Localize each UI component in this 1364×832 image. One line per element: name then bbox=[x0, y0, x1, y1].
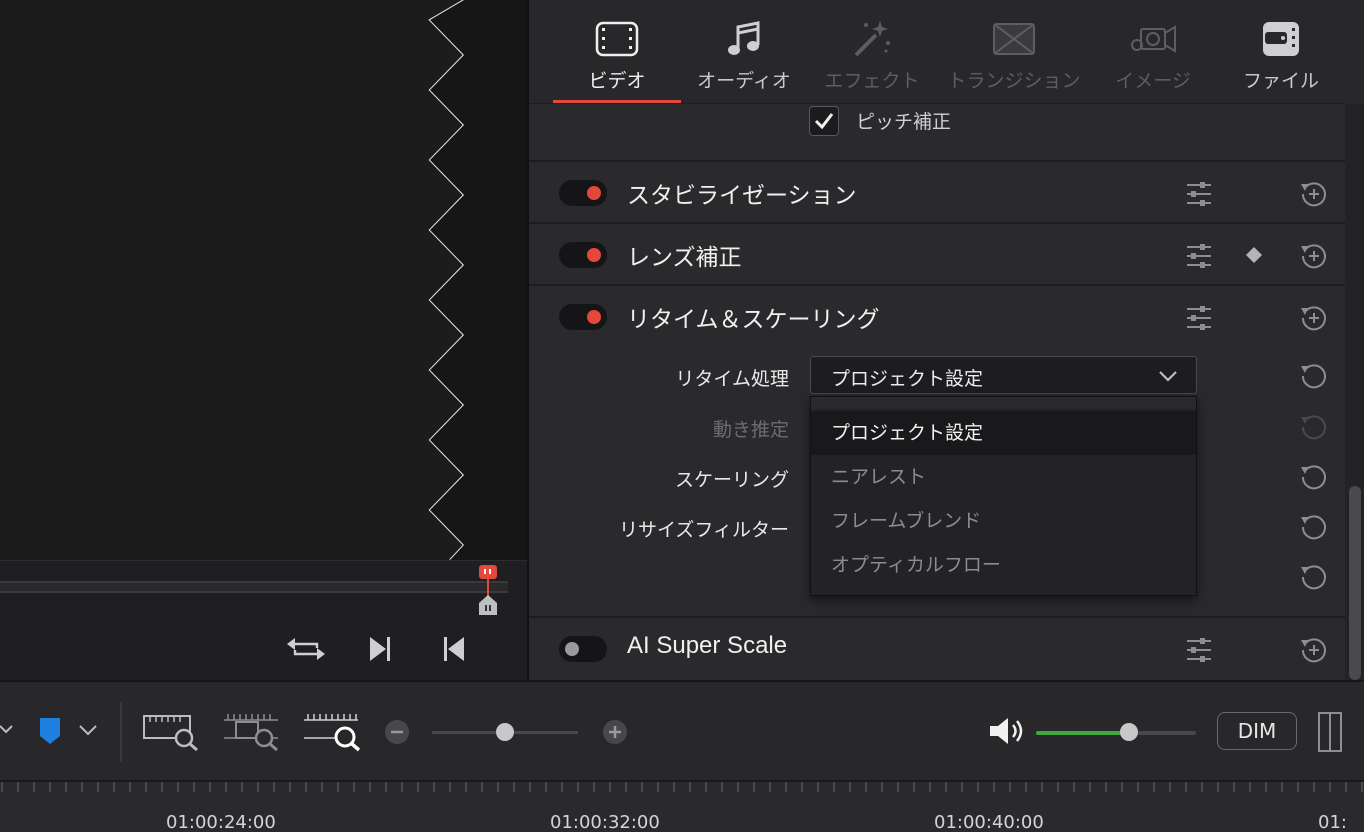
tab-label: イメージ bbox=[1115, 70, 1191, 92]
timecode-label: 01:00:32:00 bbox=[550, 812, 660, 832]
custom-zoom-icon[interactable] bbox=[302, 712, 362, 752]
inspector-tabs: ビデオ オーディオ エフェクト トランジション イメージ ファイル bbox=[529, 0, 1364, 105]
timeline-ruler[interactable]: 01:00:24:00 01:00:32:00 01:00:40:00 01: bbox=[0, 780, 1364, 832]
full-extent-zoom-icon[interactable] bbox=[142, 712, 200, 752]
viewer-canvas bbox=[0, 0, 528, 560]
meter-divider bbox=[1329, 714, 1331, 750]
timecode-label: 01:00:24:00 bbox=[166, 812, 276, 832]
reset-arrow-icon[interactable] bbox=[1299, 360, 1329, 390]
scrollbar-thumb[interactable] bbox=[1349, 486, 1361, 680]
reset-icon[interactable] bbox=[1299, 240, 1329, 270]
reset-arrow-icon[interactable] bbox=[1299, 461, 1329, 491]
sliders-icon[interactable] bbox=[1185, 304, 1213, 332]
tab-audio[interactable]: オーディオ bbox=[694, 0, 794, 104]
dropdown-top bbox=[811, 397, 1196, 409]
playhead-icon[interactable] bbox=[476, 563, 500, 617]
lens-correction-toggle[interactable] bbox=[559, 242, 607, 268]
motion-estimation-label: 動き推定 bbox=[712, 419, 789, 441]
audio-meter-toggle[interactable] bbox=[1318, 712, 1342, 752]
zoom-in-icon[interactable] bbox=[602, 719, 628, 745]
loop-button[interactable] bbox=[286, 633, 326, 665]
property-labels: リタイム処理 動き推定 スケーリング リサイズフィルター bbox=[529, 286, 789, 618]
dim-button[interactable]: DIM bbox=[1217, 712, 1297, 750]
retime-process-dropdown: プロジェクト設定 ニアレスト フレームブレンド オプティカルフロー bbox=[810, 396, 1197, 596]
retime-process-label: リタイム処理 bbox=[675, 368, 789, 390]
inspector-panel: ビデオ オーディオ エフェクト トランジション イメージ ファイル ピッチ補正 … bbox=[529, 0, 1364, 680]
zoom-out-icon[interactable] bbox=[384, 719, 410, 745]
section-title: スタビライゼーション bbox=[627, 183, 857, 209]
ai-super-scale-toggle[interactable] bbox=[559, 636, 607, 662]
tab-label: エフェクト bbox=[824, 70, 920, 92]
previous-clip-button[interactable] bbox=[434, 633, 474, 665]
chevron-down-icon[interactable] bbox=[78, 722, 98, 738]
reset-arrow-icon bbox=[1301, 415, 1326, 440]
check-icon bbox=[814, 113, 834, 130]
volume-level-fill bbox=[1036, 731, 1129, 735]
magic-wand-icon bbox=[854, 21, 890, 57]
timecode-label: 01:00:40:00 bbox=[934, 812, 1044, 832]
section-header[interactable]: スタビライゼーション bbox=[529, 162, 1345, 222]
pitch-correction-label: ピッチ補正 bbox=[856, 111, 952, 133]
next-clip-button[interactable] bbox=[360, 633, 400, 665]
dropdown-option[interactable]: ニアレスト bbox=[811, 455, 1196, 499]
tab-transition[interactable]: トランジション bbox=[948, 0, 1081, 104]
tab-image[interactable]: イメージ bbox=[1103, 0, 1203, 104]
scrubber-area bbox=[0, 560, 528, 680]
tab-label: ビデオ bbox=[588, 70, 646, 92]
chevron-down-icon[interactable] bbox=[0, 722, 14, 736]
tab-effects[interactable]: エフェクト bbox=[822, 0, 922, 104]
tab-label: オーディオ bbox=[697, 70, 791, 92]
dropdown-option[interactable]: オプティカルフロー bbox=[811, 543, 1196, 587]
camera-icon bbox=[1131, 25, 1176, 53]
timecode-label: 01: bbox=[1318, 812, 1347, 832]
toolbar-divider bbox=[120, 702, 122, 762]
keyframe-diamond-icon[interactable] bbox=[1245, 246, 1263, 264]
viewer-panel bbox=[0, 0, 528, 680]
section-retime-partial: ピッチ補正 bbox=[529, 104, 1345, 162]
loop-icon bbox=[287, 638, 325, 660]
retime-process-select[interactable]: プロジェクト設定 bbox=[810, 356, 1197, 394]
volume-slider-knob[interactable] bbox=[1119, 723, 1138, 741]
reset-icon[interactable] bbox=[1299, 634, 1329, 664]
tab-file[interactable]: ファイル bbox=[1231, 0, 1331, 104]
transition-icon bbox=[993, 23, 1035, 55]
file-tag-icon bbox=[1263, 22, 1299, 56]
reset-icon[interactable] bbox=[1299, 302, 1329, 332]
speaker-icon[interactable] bbox=[988, 716, 1028, 746]
music-note-icon bbox=[728, 21, 760, 55]
stabilization-toggle[interactable] bbox=[559, 180, 607, 206]
dropdown-option[interactable]: フレームブレンド bbox=[811, 499, 1196, 543]
zoom-slider-knob[interactable] bbox=[496, 723, 514, 741]
chevron-down-icon bbox=[1159, 371, 1177, 382]
skip-previous-icon bbox=[444, 637, 464, 661]
section-header[interactable]: レンズ補正 bbox=[529, 224, 1345, 284]
detail-zoom-icon[interactable] bbox=[222, 712, 280, 752]
scrub-bar[interactable] bbox=[0, 581, 508, 593]
dropdown-option[interactable]: プロジェクト設定 bbox=[811, 411, 1196, 455]
film-strip-icon bbox=[595, 21, 639, 57]
resize-filter-label: リサイズフィルター bbox=[618, 519, 789, 541]
scaling-label: スケーリング bbox=[674, 469, 789, 491]
timeline-toolbar: DIM bbox=[0, 680, 1364, 780]
section-stabilization: スタビライゼーション bbox=[529, 162, 1345, 224]
jagged-edge-graphic bbox=[428, 0, 528, 560]
marker-icon[interactable] bbox=[38, 716, 62, 746]
reset-arrow-icon[interactable] bbox=[1299, 561, 1329, 591]
sliders-icon[interactable] bbox=[1185, 180, 1213, 208]
section-header[interactable]: AI Super Scale bbox=[529, 618, 1345, 678]
tab-label: ファイル bbox=[1242, 70, 1319, 92]
reset-icon[interactable] bbox=[1299, 178, 1329, 208]
tab-video[interactable]: ビデオ bbox=[567, 0, 667, 104]
section-lens-correction: レンズ補正 bbox=[529, 224, 1345, 286]
sliders-icon[interactable] bbox=[1185, 636, 1213, 664]
tab-label: トランジション bbox=[947, 70, 1081, 92]
section-title: レンズ補正 bbox=[627, 245, 742, 271]
reset-arrow-icon[interactable] bbox=[1299, 511, 1329, 541]
section-title: AI Super Scale bbox=[627, 632, 788, 659]
sliders-icon[interactable] bbox=[1185, 242, 1213, 270]
skip-next-icon bbox=[370, 637, 390, 661]
section-ai-super-scale: AI Super Scale bbox=[529, 618, 1345, 680]
pitch-correction-checkbox[interactable] bbox=[809, 106, 839, 136]
selected-value: プロジェクト設定 bbox=[831, 368, 984, 390]
